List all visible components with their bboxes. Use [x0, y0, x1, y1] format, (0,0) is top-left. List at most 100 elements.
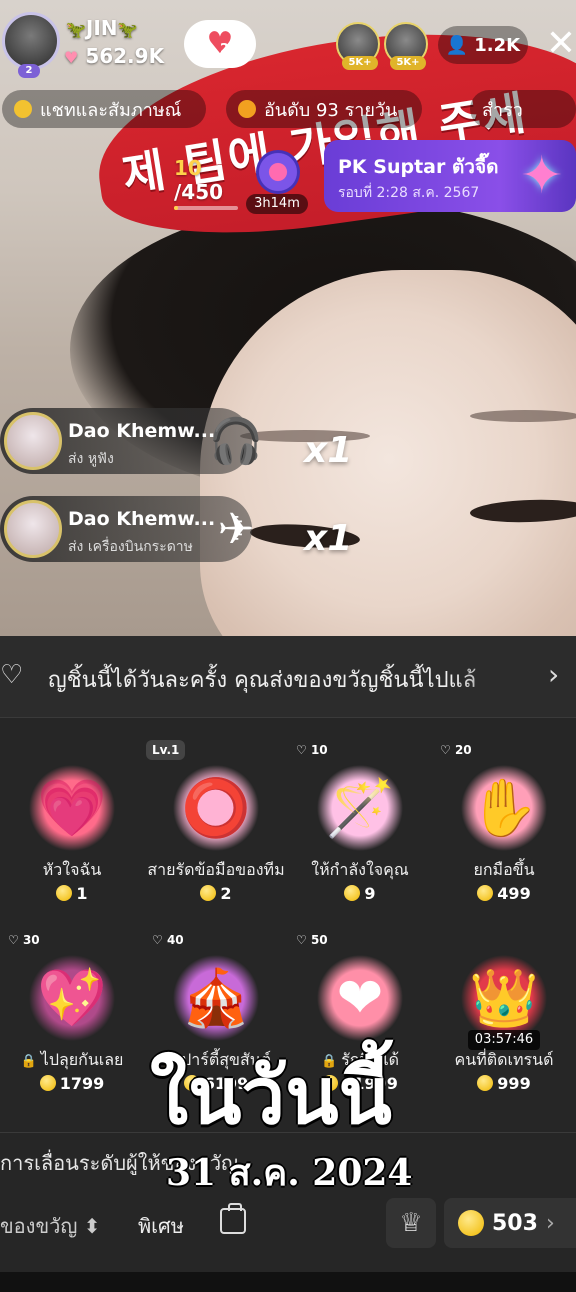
- gift-price-value: 9: [364, 884, 376, 903]
- rank-chip-label: อันดับ 93 รายวัน: [264, 99, 398, 121]
- host-likes-count: 562.9K: [85, 44, 165, 68]
- close-icon[interactable]: ✕: [545, 24, 576, 64]
- gift-goal-widget[interactable]: 10 /450 3h14m: [168, 150, 308, 216]
- heart-icon: ♥: [64, 48, 79, 67]
- gift-tag-value: 50: [310, 933, 328, 947]
- gift-count: x1: [304, 430, 353, 471]
- gift-name: ยกมือขึ้น: [473, 860, 535, 879]
- bottom-edge: [0, 1272, 576, 1292]
- gift-name: หัวใจฉัน: [42, 860, 102, 879]
- host-profile[interactable]: 2 🦖JIN🦖 ♥ 562.9K: [0, 12, 172, 78]
- person-icon: 👤: [445, 34, 469, 56]
- gift-level-tag: Lv.1: [146, 740, 186, 760]
- gift-price: 1799: [0, 1074, 144, 1093]
- chat-icon: [14, 100, 32, 118]
- pk-event-card[interactable]: PK Suptar ตัวจี๊ด รอบที่ 2:28 ส.ค. 2567 …: [324, 140, 576, 212]
- gift-info-banner[interactable]: ♡ ญชิ้นนี้ได้วันละครั้ง คุณส่งของขวัญชิ้…: [0, 636, 576, 718]
- overlay-date: 31 ส.ค. 2024: [166, 1152, 413, 1194]
- coin-balance: 503: [492, 1210, 538, 1236]
- gift-tag: ♡ 40: [152, 933, 184, 947]
- frog-icon: 🦖: [117, 20, 138, 39]
- chevron-right-icon[interactable]: ›: [548, 658, 559, 691]
- raised-hand-gift-icon: ✋: [454, 760, 554, 856]
- heart-count: 22: [220, 42, 239, 57]
- pk-title: PK Suptar ตัวจี๊ด: [338, 156, 499, 178]
- gift-name: 🔒 ไปลุยกันเลย: [0, 1048, 144, 1073]
- gift-tag-value: 30: [22, 933, 40, 947]
- gift-count: x1: [304, 518, 353, 559]
- tab-gifts[interactable]: ของขวัญ ⬍: [0, 1210, 101, 1242]
- gift-price-value: 1799: [59, 1074, 105, 1093]
- viewer-badge: 5K+: [390, 56, 426, 70]
- daily-rank-chip[interactable]: อันดับ 93 รายวัน: [226, 90, 422, 128]
- gift-price: 999: [432, 1074, 576, 1093]
- gift-tag: ♡ 10: [296, 743, 328, 757]
- lightstick-gift-icon: 🪄: [310, 760, 410, 856]
- gift-item[interactable]: 👑 03:57:46 คนที่ติดเทรนด์ 999: [432, 922, 576, 1102]
- heart-outline-icon: ♡: [0, 660, 24, 690]
- goal-progress-fill: [174, 206, 178, 210]
- gift-tag-value: 20: [454, 743, 472, 757]
- gift-name: สายรัดข้อมือของทีม: [147, 860, 285, 879]
- gift-item[interactable]: ♡ 20 ✋ ยกมือขึ้น 499: [432, 732, 576, 912]
- tab-special[interactable]: พิเศษ: [138, 1210, 184, 1242]
- gift-tag-value: 40: [166, 933, 184, 947]
- overlay-title: ในวันนี้: [150, 1051, 392, 1142]
- goal-progress-bar: [174, 206, 238, 210]
- coin-icon: [344, 885, 361, 901]
- gift-price: 1: [0, 884, 144, 903]
- host-likes: ♥ 562.9K: [64, 44, 164, 68]
- top-viewer-avatar[interactable]: 5K+: [384, 22, 428, 70]
- gift-tag-value: 10: [310, 743, 328, 757]
- coin-icon: [39, 1075, 56, 1091]
- chat-chip-label: แชทและสัมภาษณ์: [40, 99, 182, 121]
- crown-icon[interactable]: ♕: [386, 1198, 436, 1248]
- viewer-count-button[interactable]: 👤 1.2K: [438, 26, 528, 64]
- sender-avatar[interactable]: [4, 500, 62, 558]
- gift-price-value: 2: [220, 884, 232, 903]
- banner-text: ญชิ้นนี้ได้วันละครั้ง คุณส่งของขวัญชิ้นน…: [48, 668, 477, 693]
- coin-balance-button[interactable]: 503 ›: [444, 1198, 576, 1248]
- follow-heart-button[interactable]: ♥ 22: [184, 20, 256, 68]
- gift-timer: 03:57:46: [468, 1030, 540, 1050]
- gift-price-value: 499: [497, 884, 531, 903]
- heart-gift-icon: 💗: [22, 760, 122, 856]
- frog-icon: 🦖: [66, 20, 86, 39]
- gift-action: ส่ง หูฟัง: [68, 451, 114, 467]
- gift-tag: [2, 740, 14, 760]
- sender-avatar[interactable]: [4, 412, 62, 470]
- coin-icon: [477, 1075, 494, 1091]
- glowing-heart-box-gift-icon: 💖: [22, 950, 122, 1046]
- gift-tag: ♡ 30: [8, 933, 40, 947]
- host-name: 🦖JIN🦖: [66, 16, 137, 40]
- flying-love-gift-icon: ❤: [310, 950, 410, 1046]
- star-icon: ✦: [520, 146, 564, 206]
- gift-name: ให้กำลังใจคุณ: [311, 860, 409, 879]
- sender-name: Dao Khemw...: [68, 420, 216, 442]
- goal-total: /450: [174, 180, 224, 204]
- gift-notification: Dao Khemw... ส่ง เครื่องบินกระดาษ ✈: [0, 496, 254, 562]
- gift-price-value: 1: [76, 884, 88, 903]
- explore-chip-label: สำรว: [482, 99, 523, 121]
- goal-current: 10: [174, 156, 202, 180]
- coin-icon: [477, 885, 494, 901]
- gift-item[interactable]: 💗 หัวใจฉัน 1: [0, 732, 144, 912]
- sender-name: Dao Khemw...: [68, 508, 216, 530]
- gift-item[interactable]: ♡ 10 🪄 ให้กำลังใจคุณ 9: [288, 732, 432, 912]
- viewer-badge: 5K+: [342, 56, 378, 70]
- chat-interview-chip[interactable]: แชทและสัมภาษณ์: [2, 90, 206, 128]
- coin-icon: [458, 1210, 484, 1236]
- gift-item[interactable]: Lv.1 ⭕ สายรัดข้อมือของทีม 2: [144, 732, 288, 912]
- lock-icon: 🔒: [20, 1054, 37, 1069]
- paper-plane-icon: ✈: [217, 504, 255, 555]
- top-viewer-avatar[interactable]: 5K+: [336, 22, 380, 70]
- gift-item[interactable]: ♡ 30 💖 🔒 ไปลุยกันเลย 1799: [0, 922, 144, 1102]
- bag-icon[interactable]: [220, 1203, 246, 1234]
- gift-price: 2: [144, 884, 288, 903]
- gift-tag: [434, 930, 446, 950]
- gift-name-text: ไปลุยกันเลย: [40, 1050, 124, 1069]
- explore-chip[interactable]: สำรว: [470, 90, 576, 128]
- host-name-text: JIN: [85, 16, 118, 40]
- host-avatar[interactable]: [2, 12, 60, 70]
- gift-price-value: 999: [497, 1074, 531, 1093]
